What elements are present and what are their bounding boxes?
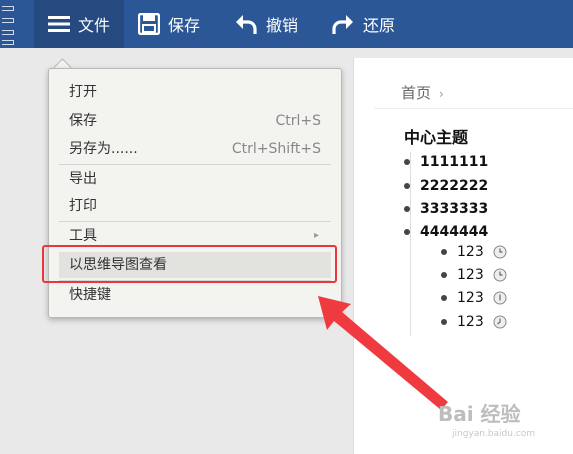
watermark-url: jingyan.baidu.com — [452, 429, 536, 439]
pointer-arrow-icon — [318, 296, 448, 410]
watermark-logo: Bai 经验 — [438, 402, 521, 426]
